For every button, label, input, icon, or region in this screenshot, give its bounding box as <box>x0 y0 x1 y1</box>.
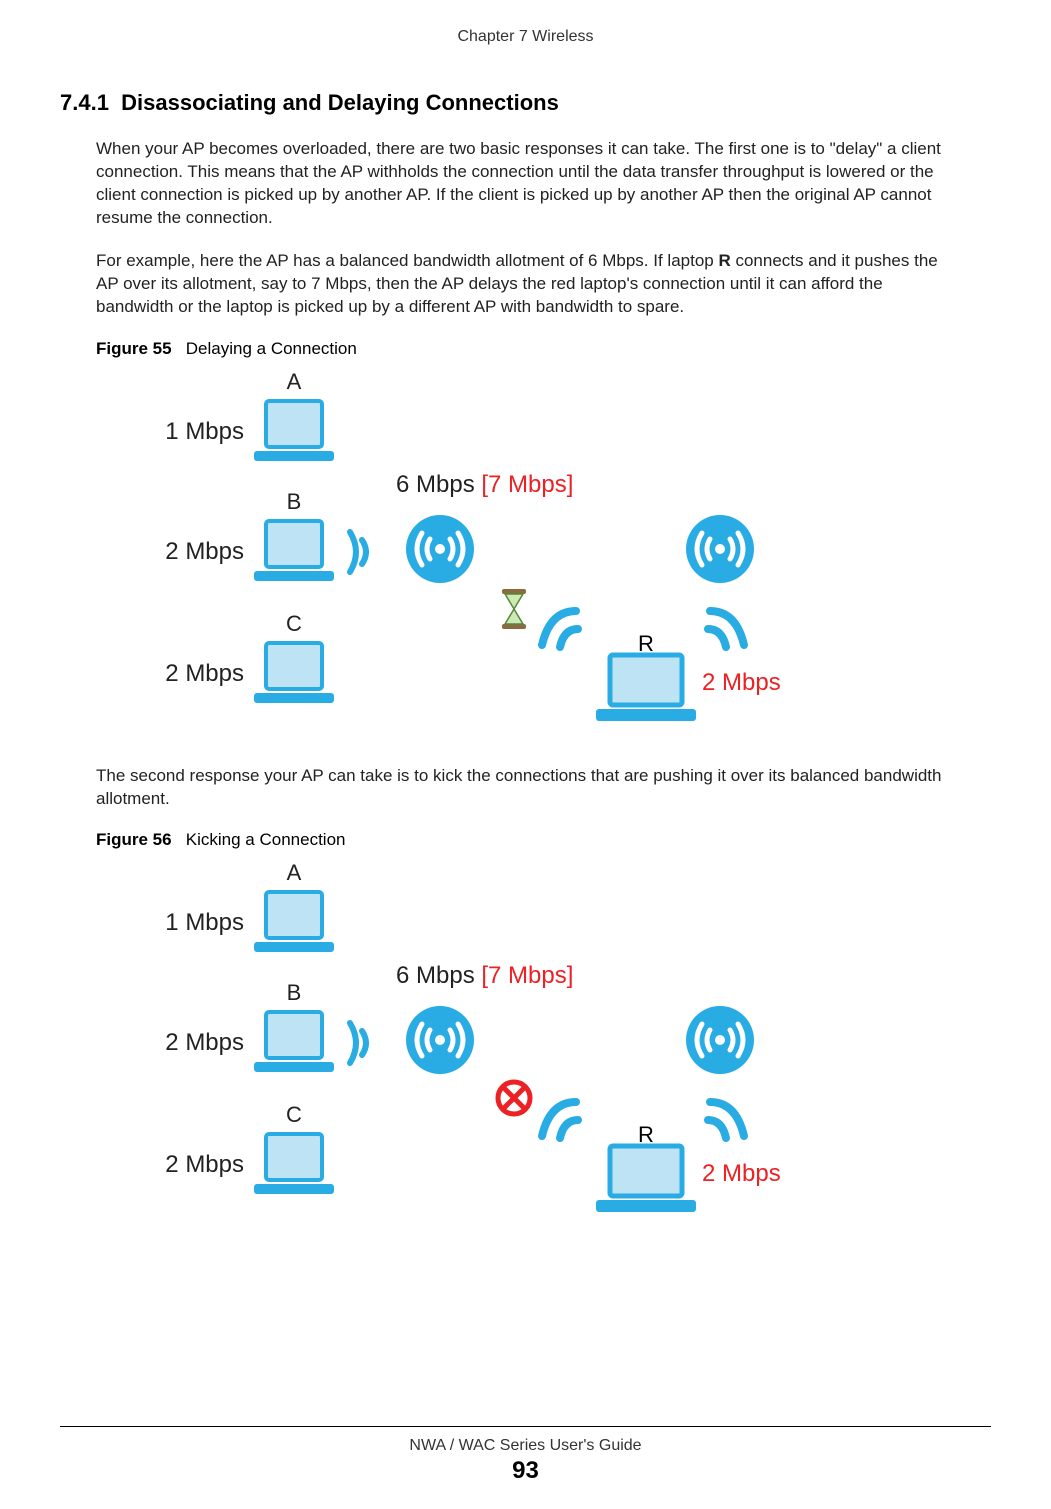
fig56-ap-label: 6 Mbps [7 Mbps] <box>396 962 573 990</box>
fig55-c-mbps: 2 Mbps <box>160 660 244 688</box>
laptop-r-group: R <box>596 635 696 726</box>
fig55-b-mbps: 2 Mbps <box>160 538 244 566</box>
para2-bold-r: R <box>718 251 730 270</box>
block-icon <box>494 1078 534 1123</box>
fig56-r-mbps: 2 Mbps <box>702 1160 781 1188</box>
fig55-r-mbps: 2 Mbps <box>702 669 781 697</box>
wifi-signal-icon <box>532 1092 592 1153</box>
figure56-caption-text: Kicking a Connection <box>186 830 346 849</box>
laptop-a-icon: A <box>254 397 334 467</box>
footer-rule <box>60 1426 991 1427</box>
fig55-ap-label: 6 Mbps [7 Mbps] <box>396 471 573 499</box>
fig56-a-mbps: 1 Mbps <box>160 909 244 937</box>
fig56-a-label: A <box>287 860 302 886</box>
wifi-signal-icon <box>344 1013 374 1073</box>
ap-left-icon <box>400 509 480 594</box>
fig56-r-label: R <box>638 1122 654 1148</box>
fig55-b-label: B <box>287 489 302 515</box>
fig55-ap-main: 6 Mbps <box>396 471 475 498</box>
hourglass-icon <box>498 589 530 634</box>
fig56-c-mbps: 2 Mbps <box>160 1151 244 1179</box>
page-footer: NWA / WAC Series User's Guide 93 <box>0 1426 1051 1485</box>
wifi-signal-icon <box>344 522 374 582</box>
page-content: 7.4.1 Disassociating and Delaying Connec… <box>0 90 1051 1230</box>
section-number: 7.4.1 <box>60 90 109 115</box>
wifi-signal-icon <box>694 1092 754 1153</box>
figure55-diagram: 1 Mbps A 2 Mbps B 2 Mbps C 6 Mbps [7 <box>160 369 820 739</box>
figure55-caption-text: Delaying a Connection <box>186 339 357 358</box>
laptop-r-group: R <box>596 1126 696 1217</box>
para2-pre: For example, here the AP has a balanced … <box>96 251 718 270</box>
laptop-b-icon: B <box>254 517 334 587</box>
fig56-ap-over: [7 Mbps] <box>481 962 573 989</box>
footer-page-number: 93 <box>0 1457 1051 1485</box>
paragraph-2: For example, here the AP has a balanced … <box>96 250 961 319</box>
fig55-r-label: R <box>638 631 654 657</box>
footer-guide-title: NWA / WAC Series User's Guide <box>0 1437 1051 1455</box>
fig56-b-mbps: 2 Mbps <box>160 1029 244 1057</box>
section-heading: 7.4.1 Disassociating and Delaying Connec… <box>60 90 961 116</box>
figure56-diagram: 1 Mbps A 2 Mbps B 2 Mbps C 6 Mbps [7 <box>160 860 820 1230</box>
chapter-header: Chapter 7 Wireless <box>0 0 1051 60</box>
figure56-label: Figure 56 <box>96 830 172 849</box>
fig55-ap-over: [7 Mbps] <box>481 471 573 498</box>
section-title: Disassociating and Delaying Connections <box>121 90 559 115</box>
fig56-ap-main: 6 Mbps <box>396 962 475 989</box>
figure55-label: Figure 55 <box>96 339 172 358</box>
laptop-c-icon: C <box>254 1130 334 1200</box>
ap-right-icon <box>680 1000 760 1085</box>
figure56-caption: Figure 56 Kicking a Connection <box>96 830 961 850</box>
fig56-c-label: C <box>286 1102 302 1128</box>
fig55-a-label: A <box>287 369 302 395</box>
wifi-signal-icon <box>532 601 592 662</box>
laptop-a-icon: A <box>254 888 334 958</box>
paragraph-3: The second response your AP can take is … <box>96 765 961 811</box>
paragraph-1: When your AP becomes overloaded, there a… <box>96 138 961 230</box>
wifi-signal-icon <box>694 601 754 662</box>
laptop-b-icon: B <box>254 1008 334 1078</box>
ap-right-icon <box>680 509 760 594</box>
fig56-b-label: B <box>287 980 302 1006</box>
fig55-c-label: C <box>286 611 302 637</box>
fig55-a-mbps: 1 Mbps <box>160 418 244 446</box>
figure55-caption: Figure 55 Delaying a Connection <box>96 339 961 359</box>
chapter-header-text: Chapter 7 Wireless <box>457 28 593 45</box>
ap-left-icon <box>400 1000 480 1085</box>
laptop-c-icon: C <box>254 639 334 709</box>
